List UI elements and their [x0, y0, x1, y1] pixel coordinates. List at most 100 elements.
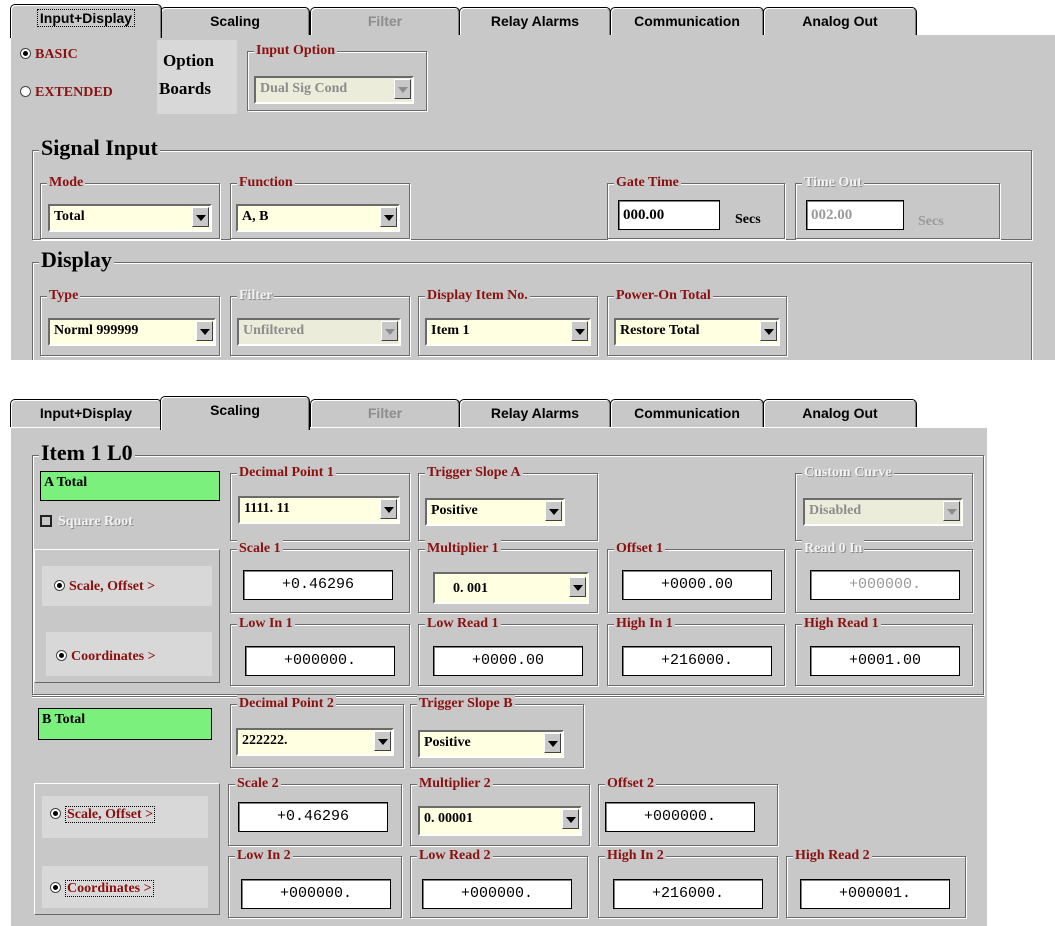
chevron-down-icon[interactable]: [394, 79, 411, 99]
tab-analog-out[interactable]: Analog Out: [763, 399, 917, 427]
read-0-in-input[interactable]: +000000.: [810, 570, 960, 600]
item-title: Item 1 L0: [39, 440, 135, 466]
chevron-down-icon[interactable]: [380, 499, 397, 519]
power-on-total-value: Restore Total: [620, 323, 700, 338]
scale-2-title: Scale 2: [235, 775, 281, 793]
filter-value: Unfiltered: [243, 323, 305, 338]
multiplier-2-title: Multiplier 2: [417, 775, 493, 793]
decimal-point-1-value: 1111. 11: [244, 501, 290, 516]
low-read-1-input[interactable]: +0000.00: [433, 646, 583, 676]
display-item-value: Item 1: [431, 323, 470, 338]
type-dropdown[interactable]: Norml 999999: [48, 318, 216, 346]
decimal-point-2-value: 222222.: [242, 733, 288, 748]
radio-scale-offset-label: Scale, Offset >: [69, 579, 156, 594]
type-value: Norml 999999: [54, 323, 139, 338]
chevron-down-icon[interactable]: [545, 501, 562, 521]
chevron-down-icon[interactable]: [381, 321, 398, 341]
high-in-2-input[interactable]: +216000.: [613, 879, 763, 909]
tab-relay-alarms[interactable]: Relay Alarms: [459, 399, 611, 427]
chevron-down-icon[interactable]: [374, 731, 391, 751]
radio-scale-offset-b[interactable]: Scale, Offset >: [50, 806, 156, 824]
time-out-title: Time Out: [802, 174, 864, 192]
tab-filter[interactable]: Filter: [310, 399, 460, 427]
multiplier-1-title: Multiplier 1: [425, 540, 501, 558]
high-in-1-title: High In 1: [614, 615, 675, 633]
radio-extended[interactable]: EXTENDED: [20, 84, 113, 102]
high-read-1-input[interactable]: +0001.00: [810, 646, 960, 676]
high-in-1-input[interactable]: +216000.: [622, 646, 772, 676]
decimal-point-2-title: Decimal Point 2: [237, 695, 336, 713]
low-in-1-input[interactable]: +000000.: [245, 646, 395, 676]
input-option-dropdown[interactable]: Dual Sig Cond: [254, 76, 414, 104]
low-read-1-title: Low Read 1: [425, 615, 501, 633]
type-title: Type: [47, 287, 81, 305]
chevron-down-icon[interactable]: [196, 321, 213, 341]
chevron-down-icon[interactable]: [380, 207, 397, 227]
radio-scale-offset-label: Scale, Offset >: [65, 806, 156, 823]
chevron-down-icon[interactable]: [760, 321, 777, 341]
offset-2-input[interactable]: +000000.: [605, 802, 755, 832]
trigger-slope-a-dropdown[interactable]: Positive: [425, 498, 565, 526]
offset-1-input[interactable]: +0000.00: [622, 570, 772, 600]
low-read-2-input[interactable]: +000000.: [422, 879, 572, 909]
chevron-down-icon[interactable]: [569, 577, 586, 597]
filter-title: Filter: [237, 287, 275, 305]
tab-input-display[interactable]: Input+Display: [10, 399, 162, 427]
scale-1-title: Scale 1: [237, 540, 283, 558]
tab-communication[interactable]: Communication: [610, 7, 764, 35]
custom-curve-title: Custom Curve: [802, 464, 894, 482]
checkbox-box: [40, 515, 52, 527]
multiplier-1-dropdown[interactable]: 0. 001: [433, 572, 589, 604]
high-read-2-input[interactable]: +000001.: [800, 879, 950, 909]
square-root-checkbox[interactable]: Square Root: [40, 514, 133, 530]
decimal-point-1-dropdown[interactable]: 1111. 11: [238, 496, 400, 524]
mode-value: Total: [54, 209, 85, 224]
mode-title: Mode: [47, 174, 86, 192]
display-item-dropdown[interactable]: Item 1: [425, 318, 591, 346]
offset-1-title: Offset 1: [614, 540, 666, 558]
tab-input-display[interactable]: Input+Display: [10, 4, 162, 38]
trigger-slope-a-value: Positive: [431, 503, 478, 518]
radio-coordinates-b[interactable]: Coordinates >: [50, 880, 154, 898]
tab-relay-alarms[interactable]: Relay Alarms: [459, 7, 611, 35]
tab-filter[interactable]: Filter: [310, 7, 460, 35]
input-option-title: Input Option: [254, 42, 337, 60]
scale-2-input[interactable]: +0.46296: [238, 802, 388, 832]
radio-basic[interactable]: BASIC: [20, 46, 78, 64]
boards-label: Boards: [159, 79, 211, 98]
tab-analog-out[interactable]: Analog Out: [763, 7, 917, 35]
scale-1-input[interactable]: +0.46296: [243, 570, 393, 600]
filter-dropdown[interactable]: Unfiltered: [237, 318, 401, 346]
tab-scaling[interactable]: Scaling: [160, 7, 310, 35]
radio-scale-offset-a[interactable]: Scale, Offset >: [54, 578, 155, 596]
radio-dot: [50, 882, 61, 893]
decimal-point-1-title: Decimal Point 1: [237, 464, 336, 482]
decimal-point-2-dropdown[interactable]: 222222.: [236, 728, 394, 756]
a-total-label: A Total: [40, 471, 220, 501]
high-in-2-title: High In 2: [605, 847, 666, 865]
mode-dropdown[interactable]: Total: [48, 204, 212, 232]
chevron-down-icon[interactable]: [544, 733, 561, 753]
time-out-input[interactable]: 002.00: [806, 200, 904, 230]
gate-time-unit: Secs: [735, 212, 761, 227]
chevron-down-icon[interactable]: [943, 501, 960, 521]
radio-extended-dot: [20, 86, 31, 97]
square-root-label: Square Root: [58, 514, 133, 529]
low-in-2-input[interactable]: +000000.: [241, 879, 391, 909]
tab-scaling[interactable]: Scaling: [160, 396, 310, 430]
gate-time-input[interactable]: 000.00: [618, 200, 720, 230]
chevron-down-icon[interactable]: [192, 207, 209, 227]
custom-curve-value: Disabled: [809, 503, 862, 518]
function-dropdown[interactable]: A, B: [236, 204, 400, 232]
chevron-down-icon[interactable]: [562, 809, 579, 829]
power-on-total-dropdown[interactable]: Restore Total: [614, 318, 780, 346]
radio-dot: [54, 580, 65, 591]
custom-curve-dropdown[interactable]: Disabled: [803, 498, 963, 526]
gate-time-title: Gate Time: [614, 174, 681, 192]
chevron-down-icon[interactable]: [571, 321, 588, 341]
multiplier-2-dropdown[interactable]: 0. 00001: [418, 806, 582, 836]
tab-communication[interactable]: Communication: [610, 399, 764, 427]
trigger-slope-b-dropdown[interactable]: Positive: [418, 730, 564, 758]
radio-coordinates-label: Coordinates >: [65, 880, 154, 897]
radio-coordinates-a[interactable]: Coordinates >: [56, 648, 156, 666]
